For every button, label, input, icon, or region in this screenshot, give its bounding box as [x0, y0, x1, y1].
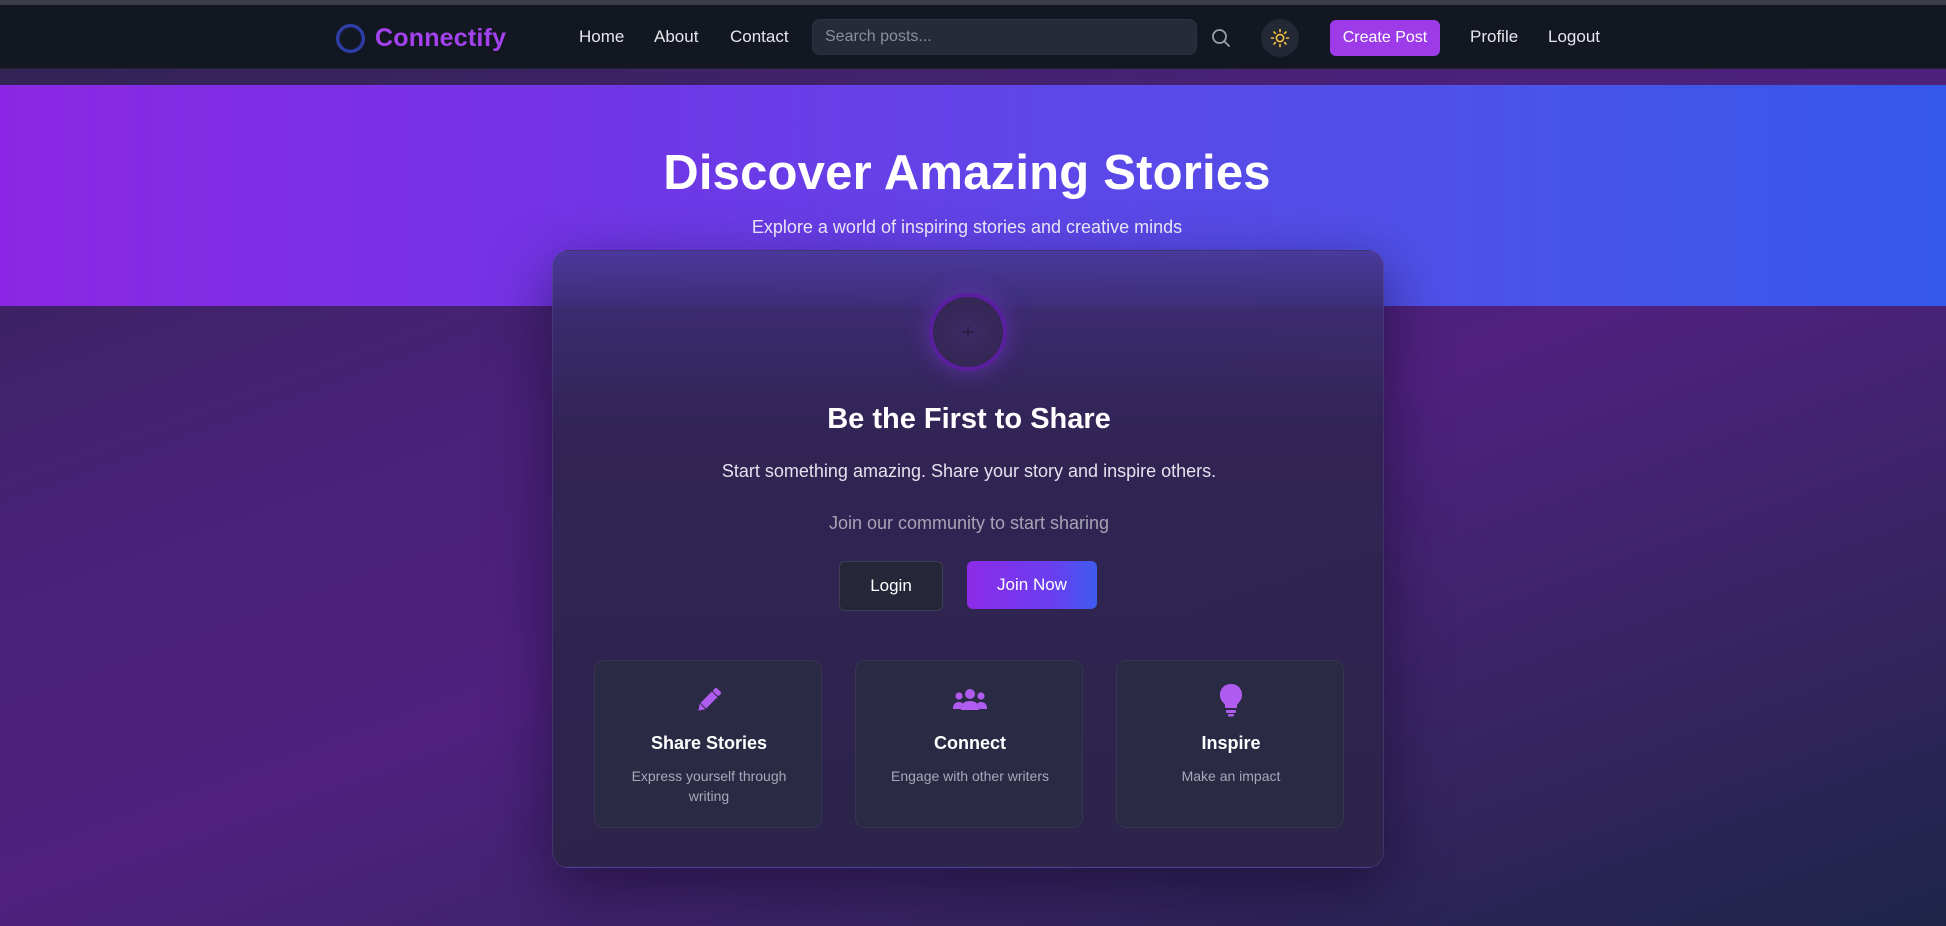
sun-icon: [1270, 28, 1290, 48]
feature-card-connect: Connect Engage with other writers: [855, 660, 1083, 828]
brand-name: Connectify: [375, 23, 507, 52]
feature-description: Engage with other writers: [891, 768, 1049, 784]
join-now-button[interactable]: Join Now: [967, 561, 1097, 609]
navbar: Connectify Home About Contact Search pos…: [0, 5, 1946, 69]
feature-description: Make an impact: [1181, 768, 1281, 784]
card-title: Be the First to Share: [827, 403, 1111, 435]
nav-link-logout[interactable]: Logout: [1548, 27, 1600, 47]
feature-title: Connect: [934, 733, 1006, 753]
hero-title: Discover Amazing Stories: [663, 146, 1271, 200]
users-icon: [856, 683, 1084, 717]
nav-link-about[interactable]: About: [654, 27, 698, 47]
card-description: Start something amazing. Share your stor…: [721, 461, 1217, 481]
feature-title: Inspire: [1201, 733, 1261, 753]
pencil-icon: [595, 683, 823, 717]
nav-link-home[interactable]: Home: [579, 27, 624, 47]
card-join-text: Join our community to start sharing: [828, 513, 1110, 533]
search-icon[interactable]: [1210, 27, 1232, 49]
logo-ring-icon: [336, 23, 365, 53]
feature-title: Share Stories: [650, 733, 768, 753]
nav-link-profile[interactable]: Profile: [1470, 27, 1518, 47]
create-plus-button[interactable]: +: [929, 293, 1007, 371]
theme-toggle-button[interactable]: [1261, 19, 1299, 57]
feature-card-inspire: Inspire Make an impact: [1116, 660, 1344, 828]
empty-state-card: + Be the First to Share Start something …: [552, 250, 1384, 868]
page: Connectify Home About Contact Search pos…: [0, 0, 1946, 926]
feature-description: Express yourself through writing: [631, 768, 787, 804]
nav-link-contact[interactable]: Contact: [730, 27, 789, 47]
create-post-button[interactable]: Create Post: [1330, 20, 1440, 56]
hero-subtitle: Explore a world of inspiring stories and…: [751, 217, 1183, 237]
plus-icon: +: [961, 319, 975, 344]
brand-logo[interactable]: Connectify: [336, 22, 506, 54]
login-button[interactable]: Login: [839, 561, 943, 611]
lightbulb-icon: [1117, 683, 1345, 717]
feature-card-share-stories: Share Stories Express yourself through w…: [594, 660, 822, 828]
search-input[interactable]: [812, 19, 1197, 55]
